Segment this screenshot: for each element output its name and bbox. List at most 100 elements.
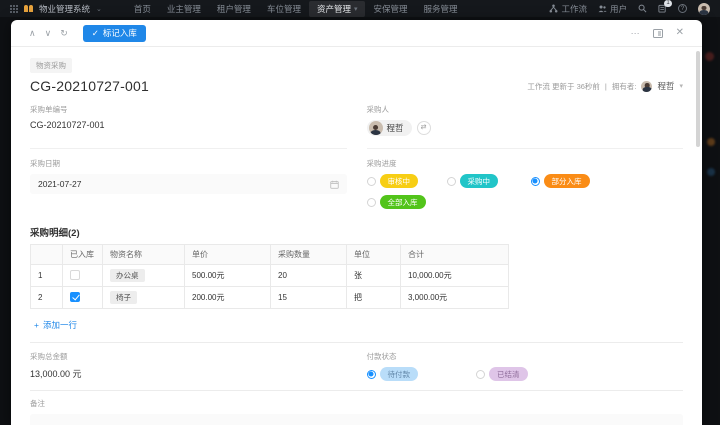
quantity-cell: 15 xyxy=(270,286,347,309)
progress-option-purchasing[interactable]: 采购中 xyxy=(446,174,531,188)
detail-table: 已入库 物资名称 单价 采购数量 单位 合计 1 办公桌 500.00元 20 … xyxy=(30,244,509,309)
nav-item-tenant-mgmt[interactable]: 租户管理 xyxy=(209,1,259,17)
prev-record-button[interactable]: ∧ xyxy=(29,28,36,38)
table-header-row: 已入库 物资名称 单价 采购数量 单位 合计 xyxy=(30,244,509,265)
row-index: 2 xyxy=(30,286,63,309)
purchaser-name: 程哲 xyxy=(386,123,404,133)
help-icon[interactable]: ? xyxy=(678,4,687,13)
nav-item-owner-mgmt[interactable]: 业主管理 xyxy=(159,1,209,17)
radio-selected-icon xyxy=(530,176,540,186)
owner-name: 程哲 xyxy=(657,81,675,91)
mark-inbound-button[interactable]: ✓ 标记入库 xyxy=(82,24,146,42)
check-icon: ✓ xyxy=(91,27,99,38)
status-pill: 已结清 xyxy=(489,367,528,381)
plus-icon: + xyxy=(34,320,39,330)
purchaser-label: 采购人 xyxy=(366,105,390,114)
inbound-cell xyxy=(62,286,103,309)
unit-cell: 把 xyxy=(346,286,401,309)
status-pill: 部分入库 xyxy=(543,174,590,188)
item-name-cell[interactable]: 办公桌 xyxy=(102,264,185,287)
field-purchaser: 采购人 程哲 ⇄ xyxy=(366,104,683,149)
col-item-name: 物资名称 xyxy=(102,244,185,265)
radio-icon xyxy=(366,176,376,186)
app-title[interactable]: 物业管理系统 xyxy=(39,3,90,15)
divider xyxy=(30,342,683,343)
unit-price-cell: 500.00元 xyxy=(184,264,271,287)
table-row: 2 椅子 200.00元 15 把 3,000.00元 xyxy=(30,286,509,309)
backdrop-peek xyxy=(707,138,715,146)
status-pill: 待付款 xyxy=(379,367,418,381)
record-modal: ∧ ∨ ↻ ✓ 标记入库 ··· ✕ 物资采购 CG-20210727-001 … xyxy=(11,20,702,425)
nav-item-parking-mgmt[interactable]: 车位管理 xyxy=(259,1,309,17)
search-icon[interactable] xyxy=(638,4,647,13)
swap-icon: ⇄ xyxy=(420,124,427,131)
field-total-amount: 采购总金额 13,000.00 元 xyxy=(30,351,347,381)
remark-label: 备注 xyxy=(30,399,45,408)
inbound-checkbox-checked[interactable] xyxy=(70,291,80,302)
unit-cell: 张 xyxy=(346,264,401,287)
workflow-entry[interactable]: 工作流 xyxy=(549,3,587,15)
record-tag: 物资采购 xyxy=(30,58,72,73)
workflow-meta[interactable]: 工作流 更新于 36秒前 xyxy=(527,81,600,92)
swap-purchaser-button[interactable]: ⇄ xyxy=(416,121,431,135)
detail-section-title: 采购明细(2) xyxy=(30,228,80,239)
scrollbar-thumb[interactable] xyxy=(696,51,700,147)
nav-item-asset-mgmt[interactable]: 资产管理 ▾ xyxy=(308,0,366,17)
app-switcher-icon[interactable] xyxy=(10,4,18,13)
col-inbound: 已入库 xyxy=(62,244,103,265)
inbound-cell xyxy=(62,264,103,287)
next-record-button[interactable]: ∨ xyxy=(45,28,52,38)
nav-item-service-mgmt[interactable]: 服务管理 xyxy=(416,1,466,17)
total-amount-label: 采购总金额 xyxy=(30,352,68,361)
remark-textarea[interactable] xyxy=(30,414,683,425)
progress-option-full-inbound[interactable]: 全部入库 xyxy=(366,195,447,209)
user-avatar[interactable] xyxy=(698,2,710,15)
users-entry[interactable]: 用户 xyxy=(598,3,627,15)
purchaser-chip[interactable]: 程哲 xyxy=(366,120,412,136)
item-name-cell[interactable]: 椅子 xyxy=(102,286,185,309)
sidebar-toggle-icon[interactable] xyxy=(652,28,663,38)
col-quantity: 采购数量 xyxy=(270,244,347,265)
date-label: 采购日期 xyxy=(30,159,60,168)
item-name-chip: 椅子 xyxy=(110,291,137,304)
payment-option-unpaid[interactable]: 待付款 xyxy=(366,367,418,381)
col-unit: 单位 xyxy=(346,244,401,265)
date-input[interactable]: 2021-07-27 xyxy=(30,174,347,194)
status-pill: 全部入库 xyxy=(379,195,426,209)
calendar-icon xyxy=(329,180,339,189)
add-row-button[interactable]: + 添加一行 xyxy=(30,317,81,333)
nav-item-home[interactable]: 首页 xyxy=(126,1,159,17)
progress-option-partial-inbound[interactable]: 部分入库 xyxy=(530,174,684,188)
index-header xyxy=(30,244,63,265)
divider xyxy=(30,390,683,391)
close-icon[interactable]: ✕ xyxy=(676,28,684,38)
more-button[interactable]: ··· xyxy=(631,28,640,38)
owner-dropdown-icon[interactable]: ▾ xyxy=(679,82,683,90)
inbound-checkbox[interactable] xyxy=(70,269,80,280)
record-title: CG-20210727-001 xyxy=(30,78,149,94)
table-row: 1 办公桌 500.00元 20 张 10,000.00元 xyxy=(30,264,509,287)
col-unit-price: 单价 xyxy=(184,244,271,265)
order-no-value[interactable]: CG-20210727-001 xyxy=(30,120,347,130)
meta-separator: | xyxy=(604,81,607,91)
brand-logo-icon xyxy=(24,5,33,12)
progress-option-reviewing[interactable]: 审核中 xyxy=(366,174,447,188)
owner-label: 拥有者: xyxy=(611,81,637,91)
notifications-entry[interactable]: 1 xyxy=(658,0,672,13)
modal-scrollbar[interactable] xyxy=(696,51,700,421)
users-label: 用户 xyxy=(609,3,627,14)
refresh-icon[interactable]: ↻ xyxy=(60,28,68,38)
chevron-down-icon: ▾ xyxy=(353,5,358,13)
backdrop-peek xyxy=(707,168,715,176)
main-nav: 首页 业主管理 租户管理 车位管理 资产管理 ▾ 安保管理 服务管理 xyxy=(126,0,466,17)
payment-option-settled[interactable]: 已结清 xyxy=(476,367,528,381)
notification-badge: 1 xyxy=(664,0,672,7)
nav-item-security-mgmt[interactable]: 安保管理 xyxy=(365,1,415,17)
field-order-no: 采购单编号 CG-20210727-001 xyxy=(30,104,347,149)
owner-avatar[interactable] xyxy=(641,80,653,92)
progress-label: 采购进度 xyxy=(366,159,397,168)
col-total: 合计 xyxy=(400,244,509,265)
app-caret-icon[interactable]: ⌄ xyxy=(96,5,102,13)
radio-icon xyxy=(446,176,456,186)
field-purchase-date: 采购日期 2021-07-27 xyxy=(30,158,347,209)
